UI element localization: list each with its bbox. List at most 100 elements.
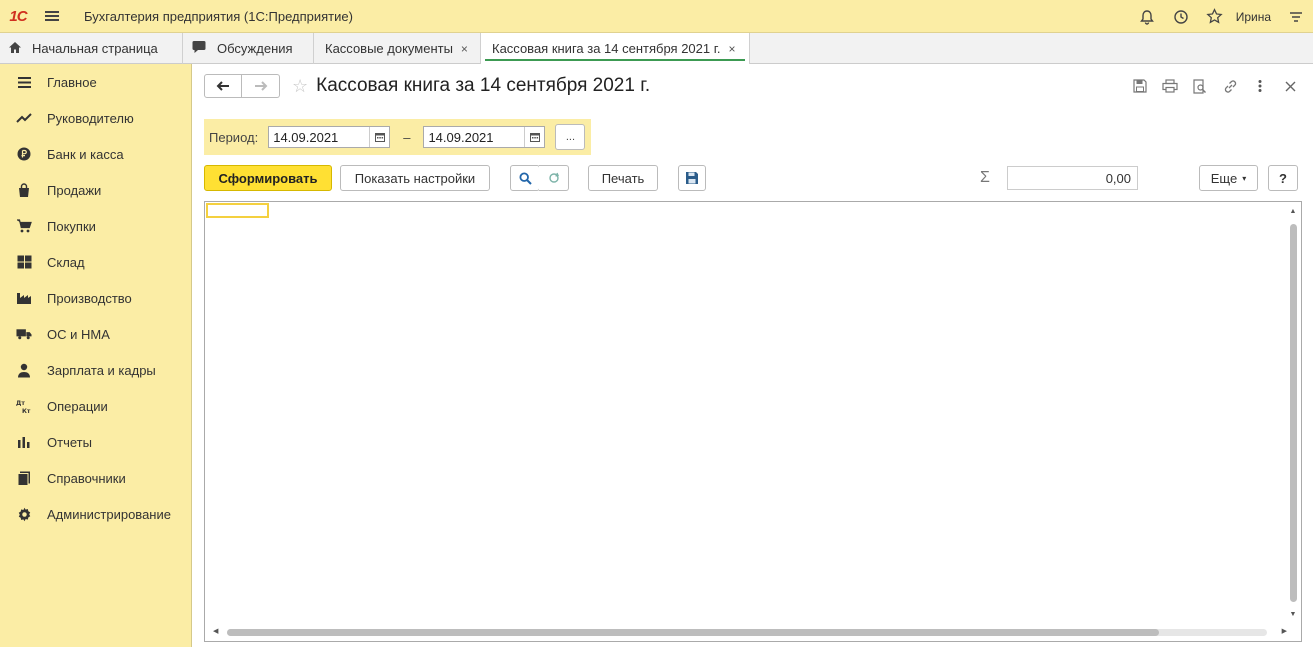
- sidebar-item-label: Руководителю: [47, 110, 134, 126]
- calendar-icon[interactable]: [369, 127, 389, 147]
- horizontal-scrollbar[interactable]: ◀ ▶: [209, 627, 1287, 637]
- close-icon[interactable]: ×: [729, 42, 736, 56]
- search-next-button[interactable]: [539, 165, 569, 191]
- sidebar-item-label: Справочники: [47, 470, 126, 486]
- period-to-field[interactable]: 14.09.2021: [423, 126, 546, 148]
- sidebar-item-label: Администрирование: [47, 506, 171, 522]
- form-header-actions: [1125, 74, 1305, 98]
- sidebar-item-purchases[interactable]: Покупки: [0, 208, 191, 244]
- more-button[interactable]: Еще ▾: [1199, 165, 1258, 191]
- save-form-button[interactable]: [1125, 74, 1155, 98]
- period-separator: –: [403, 129, 411, 145]
- gear-icon: [16, 506, 32, 522]
- bar-chart-icon: [16, 434, 32, 450]
- print-form-button[interactable]: [1155, 74, 1185, 98]
- warehouse-icon: [16, 254, 32, 270]
- sidebar-item-label: Продажи: [47, 182, 102, 198]
- sum-field: 0,00: [1007, 166, 1138, 190]
- history-button[interactable]: [1164, 0, 1198, 33]
- sidebar-item-salary-hr[interactable]: Зарплата и кадры: [0, 352, 191, 388]
- tab-label: Кассовая книга за 14 сентября 2021 г.: [492, 41, 721, 56]
- tab-label: Начальная страница: [32, 41, 158, 56]
- sidebar: Главное Руководителю Банк и касса Продаж…: [0, 64, 192, 647]
- cart-icon: [16, 218, 32, 234]
- vertical-scroll-thumb[interactable]: [1290, 224, 1297, 602]
- sidebar-item-fixed-assets[interactable]: ОС и НМА: [0, 316, 191, 352]
- save-report-button[interactable]: [678, 165, 706, 191]
- svg-text:Дт: Дт: [16, 400, 25, 407]
- more-actions-button[interactable]: [1245, 74, 1275, 98]
- hamburger-icon: [45, 11, 59, 21]
- favorite-star-icon[interactable]: ☆: [292, 76, 308, 97]
- favorites-button[interactable]: [1198, 0, 1232, 33]
- history-icon: [1173, 9, 1188, 24]
- tab-cash-book[interactable]: Кассовая книга за 14 сентября 2021 г. ×: [481, 33, 750, 64]
- forward-button[interactable]: [242, 74, 280, 98]
- report-spreadsheet[interactable]: ▲ ▼ ◀ ▶: [204, 201, 1302, 642]
- sidebar-item-manager[interactable]: Руководителю: [0, 100, 191, 136]
- calendar-icon[interactable]: [524, 127, 544, 147]
- horizontal-scroll-thumb[interactable]: [227, 629, 1159, 636]
- bell-icon: [1139, 9, 1154, 25]
- floppy-icon: [1133, 79, 1147, 93]
- title-bar-actions: Ирина: [1130, 0, 1313, 33]
- sidebar-item-label: Зарплата и кадры: [47, 362, 156, 378]
- generate-button[interactable]: Сформировать: [204, 165, 332, 191]
- printer-icon: [1162, 79, 1178, 93]
- search-refresh-icon: [548, 172, 559, 183]
- link-button[interactable]: [1215, 74, 1245, 98]
- close-icon: [1285, 81, 1295, 91]
- floppy-icon: [686, 172, 698, 184]
- close-icon[interactable]: ×: [461, 42, 468, 56]
- sidebar-item-production[interactable]: Производство: [0, 280, 191, 316]
- back-button[interactable]: [204, 74, 242, 98]
- tab-home[interactable]: Начальная страница: [0, 33, 183, 64]
- search-button[interactable]: [510, 165, 540, 191]
- books-icon: [16, 470, 32, 486]
- bag-icon: [16, 182, 32, 198]
- period-select-button[interactable]: ...: [555, 124, 586, 150]
- sidebar-item-reports[interactable]: Отчеты: [0, 424, 191, 460]
- sum-sigma-icon: Σ: [980, 169, 990, 186]
- sidebar-item-label: Производство: [47, 290, 132, 306]
- period-from-value: 14.09.2021: [273, 129, 339, 145]
- period-panel: Период: 14.09.2021 – 14.09.2021 ...: [204, 119, 591, 155]
- sidebar-item-label: Главное: [47, 74, 97, 90]
- help-button[interactable]: ?: [1268, 165, 1298, 191]
- settings-menu-button[interactable]: [1279, 0, 1313, 33]
- scroll-up-icon[interactable]: ▲: [1288, 208, 1298, 215]
- app-logo[interactable]: 1С: [0, 0, 36, 33]
- scroll-left-icon[interactable]: ◀: [213, 627, 218, 635]
- scroll-down-icon[interactable]: ▼: [1288, 611, 1298, 618]
- sidebar-item-operations[interactable]: Дт Кт Операции: [0, 388, 191, 424]
- close-form-button[interactable]: [1275, 74, 1305, 98]
- tab-label: Кассовые документы: [325, 41, 453, 56]
- sidebar-item-sales[interactable]: Продажи: [0, 172, 191, 208]
- active-cell[interactable]: [206, 203, 269, 218]
- user-name[interactable]: Ирина: [1236, 10, 1271, 24]
- sidebar-item-label: Склад: [47, 254, 85, 270]
- scroll-right-icon[interactable]: ▶: [1282, 627, 1287, 635]
- factory-icon: [16, 290, 32, 306]
- person-icon: [16, 362, 32, 378]
- notifications-button[interactable]: [1130, 0, 1164, 33]
- sidebar-item-label: Покупки: [47, 218, 96, 234]
- vertical-scrollbar[interactable]: ▲ ▼: [1288, 208, 1298, 618]
- main-menu-button[interactable]: [36, 0, 68, 33]
- report-toolbar: Сформировать Показать настройки Печать Σ…: [204, 165, 1302, 191]
- period-from-field[interactable]: 14.09.2021: [268, 126, 391, 148]
- sidebar-item-administration[interactable]: Администрирование: [0, 496, 191, 532]
- print-button[interactable]: Печать: [588, 165, 658, 191]
- sidebar-item-bank-cash[interactable]: Банк и касса: [0, 136, 191, 172]
- truck-icon: [16, 326, 32, 342]
- preview-button[interactable]: [1185, 74, 1215, 98]
- search-icon: [518, 171, 532, 185]
- sidebar-item-label: Банк и касса: [47, 146, 124, 162]
- sidebar-item-directories[interactable]: Справочники: [0, 460, 191, 496]
- sidebar-item-warehouse[interactable]: Склад: [0, 244, 191, 280]
- sidebar-item-main[interactable]: Главное: [0, 64, 191, 100]
- tab-discussions[interactable]: Обсуждения: [183, 33, 314, 64]
- more-label: Еще: [1210, 170, 1238, 186]
- show-settings-button[interactable]: Показать настройки: [340, 165, 490, 191]
- tab-cash-documents[interactable]: Кассовые документы ×: [314, 33, 481, 64]
